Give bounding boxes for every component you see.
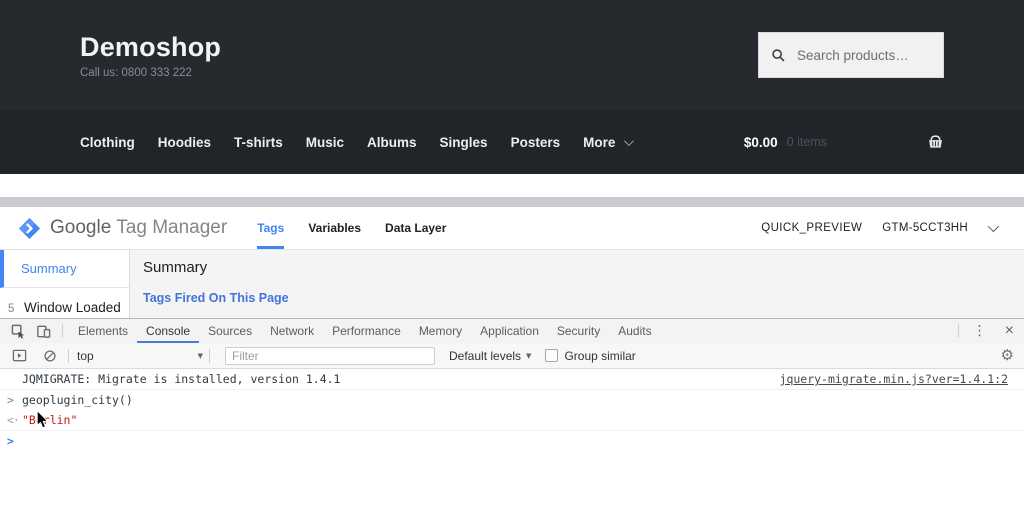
gtm-preview-badge: QUICK_PREVIEW [761, 222, 863, 234]
cart-basket-icon[interactable] [927, 134, 944, 150]
shop-tagline: Call us: 0800 333 222 [80, 66, 192, 79]
gtm-header-right: QUICK_PREVIEW GTM-5CCT3HH [761, 220, 1024, 234]
gtm-header: Google Tag Manager Tags Variables Data La… [0, 207, 1024, 250]
gtm-collapse-chevron-icon[interactable] [987, 220, 1000, 233]
dropdown-arrow-icon: ▼ [197, 351, 203, 360]
console-log-text: JQMIGRATE: Migrate is installed, version… [22, 372, 341, 386]
gtm-tags-fired-link[interactable]: Tags Fired On This Page [143, 291, 1024, 305]
chevron-down-icon [624, 135, 635, 146]
gtm-brand-product: Tag Manager [116, 217, 228, 238]
group-similar-checkbox[interactable] [545, 349, 559, 362]
console-toolbar: top ▼ Default levels ▼ Group similar ⚙ [0, 343, 1024, 369]
console-command-text: geoplugin_city() [22, 393, 133, 407]
gtm-tab-tags[interactable]: Tags [257, 207, 285, 249]
inspect-element-icon[interactable] [6, 319, 31, 343]
context-selector[interactable]: top ▼ [77, 349, 203, 363]
product-search-box[interactable] [758, 32, 944, 78]
search-icon [771, 48, 786, 63]
shop-header: Demoshop Call us: 0800 333 222 Clothing … [0, 0, 1024, 174]
cart-total[interactable]: $0.00 [744, 135, 778, 150]
gtm-main-panel: Summary Tags Fired On This Page [130, 250, 1024, 318]
cart-item-count: 0 items [786, 135, 827, 149]
nav-item-clothing[interactable]: Clothing [80, 135, 135, 150]
devtools-tab-sources[interactable]: Sources [199, 319, 261, 343]
nav-item-more-label: More [583, 134, 616, 150]
command-chevron-icon: > [7, 393, 14, 407]
gtm-tab-variables[interactable]: Variables [308, 207, 361, 249]
shop-nav-items: Clothing Hoodies T-shirts Music Albums S… [80, 134, 635, 150]
cart-area: $0.00 0 items [744, 134, 944, 150]
devtools-close-icon[interactable]: × [995, 322, 1024, 340]
console-log-row: JQMIGRATE: Migrate is installed, version… [0, 369, 1024, 390]
gtm-summary-heading: Summary [143, 259, 208, 276]
toolbar-separator [68, 348, 69, 363]
devtools-tab-performance[interactable]: Performance [323, 319, 410, 343]
console-settings-gear-icon[interactable]: ⚙ [1001, 348, 1014, 363]
gtm-container-id: GTM-5CCT3HH [882, 222, 968, 234]
devtools-tab-memory[interactable]: Memory [410, 319, 471, 343]
toolbar-separator [209, 348, 210, 363]
console-prompt-row[interactable]: > [0, 431, 1024, 451]
gtm-sidebar: Summary 5 Window Loaded [0, 250, 130, 318]
toolbar-separator [62, 324, 63, 338]
devtools-panel: Elements Console Sources Network Perform… [0, 318, 1024, 514]
devtools-tab-application[interactable]: Application [471, 319, 548, 343]
shop-header-top: Demoshop Call us: 0800 333 222 [0, 0, 1024, 110]
gtm-brand: Google Tag Manager [50, 217, 227, 239]
nav-item-albums[interactable]: Albums [367, 135, 417, 150]
browser-viewport: Demoshop Call us: 0800 333 222 Clothing … [0, 0, 1024, 514]
console-output[interactable]: JQMIGRATE: Migrate is installed, version… [0, 369, 1024, 514]
shop-title: Demoshop [80, 31, 222, 62]
devtools-menu-icon[interactable]: ⋮ [965, 323, 995, 339]
group-similar-label: Group similar [564, 348, 636, 363]
console-sidebar-toggle-icon[interactable] [7, 348, 32, 363]
gtm-event-label: Window Loaded [24, 300, 121, 315]
shop-nav: Clothing Hoodies T-shirts Music Albums S… [0, 110, 1024, 174]
context-selector-value: top [77, 348, 94, 363]
nav-item-music[interactable]: Music [306, 135, 344, 150]
gtm-tab-data-layer[interactable]: Data Layer [385, 207, 446, 249]
gtm-sidebar-summary-label: Summary [21, 261, 77, 276]
nav-item-hoodies[interactable]: Hoodies [158, 135, 211, 150]
device-toolbar-icon[interactable] [31, 319, 56, 343]
console-result-value: "Berlin" [22, 413, 78, 427]
console-source-link[interactable]: jquery-migrate.min.js?ver=1.4.1:2 [780, 372, 1008, 387]
gtm-tabs: Tags Variables Data Layer [257, 207, 446, 249]
gtm-event-index: 5 [8, 303, 15, 315]
gtm-logo-icon [18, 217, 41, 240]
devtools-tab-network[interactable]: Network [261, 319, 323, 343]
devtools-tab-elements[interactable]: Elements [69, 319, 137, 343]
console-filter-input[interactable] [225, 346, 435, 365]
result-arrow-icon: <· [7, 413, 20, 427]
console-command-row: > geoplugin_city() [0, 390, 1024, 410]
nav-item-posters[interactable]: Posters [511, 135, 561, 150]
toolbar-separator [957, 324, 959, 338]
search-input[interactable] [795, 46, 931, 64]
nav-item-singles[interactable]: Singles [440, 135, 488, 150]
devtools-tab-security[interactable]: Security [548, 319, 609, 343]
devtools-tabbar-right: ⋮ × [952, 319, 1024, 343]
log-levels-dropdown[interactable]: Default levels ▼ [449, 349, 531, 363]
nav-item-tshirts[interactable]: T-shirts [234, 135, 283, 150]
devtools-tab-console[interactable]: Console [137, 319, 200, 343]
gtm-sidebar-item-window-loaded[interactable]: 5 Window Loaded [0, 288, 129, 315]
gtm-panel-top-strip [0, 197, 1024, 207]
prompt-chevron-icon: > [7, 434, 14, 448]
nav-item-more[interactable]: More [583, 134, 635, 150]
shop-brand: Demoshop Call us: 0800 333 222 [80, 32, 221, 79]
gtm-content: Summary 5 Window Loaded Summary Tags Fir… [0, 250, 1024, 318]
dropdown-arrow-icon: ▼ [526, 351, 532, 360]
devtools-tabbar: Elements Console Sources Network Perform… [0, 319, 1024, 343]
log-levels-label: Default levels [449, 348, 522, 363]
gtm-brand-google: Google [50, 217, 112, 238]
clear-console-icon[interactable] [38, 349, 62, 363]
console-result-row: <· "Berlin" [0, 410, 1024, 431]
gtm-sidebar-item-summary[interactable]: Summary [0, 250, 129, 288]
devtools-tab-audits[interactable]: Audits [609, 319, 660, 343]
